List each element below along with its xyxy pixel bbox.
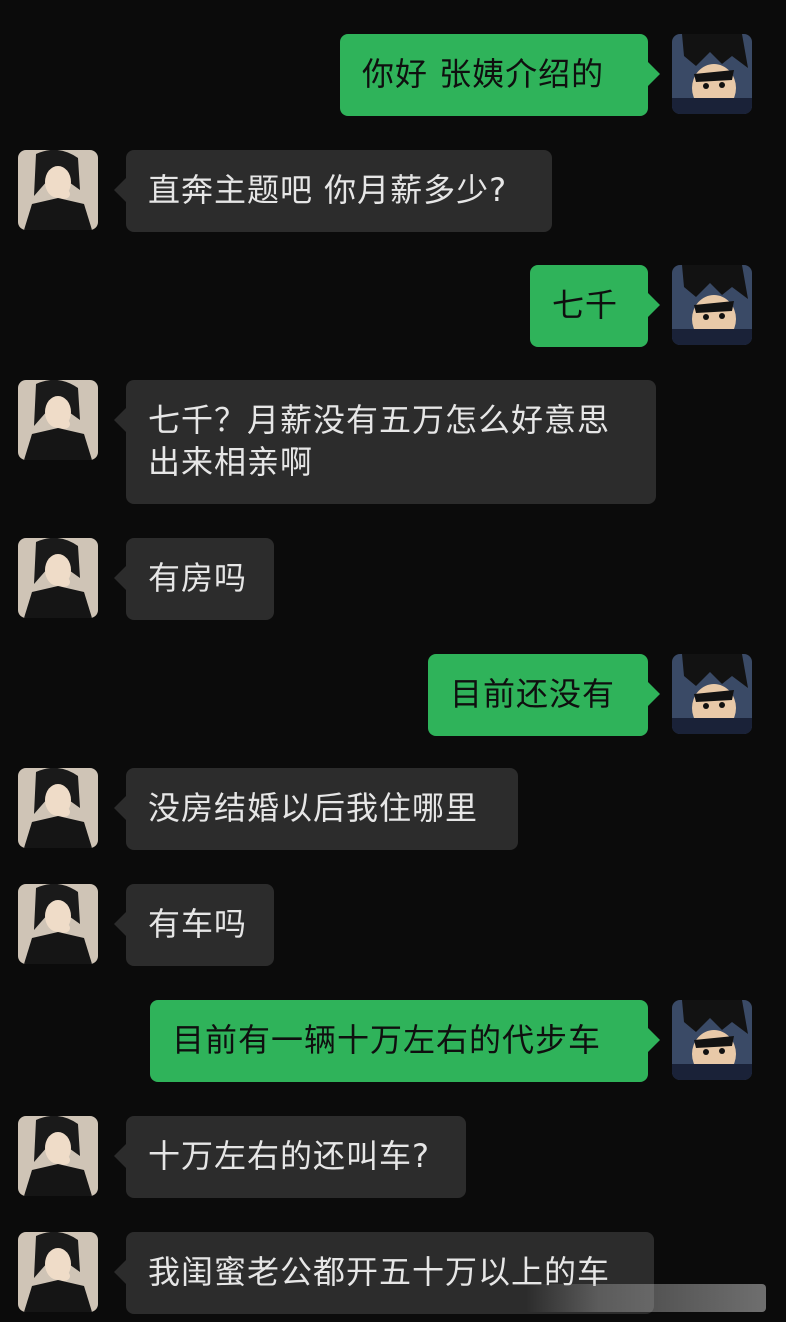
message-row: 目前还没有 — [0, 654, 786, 736]
woman-portrait-avatar[interactable] — [18, 768, 98, 848]
message-row: 七千？月薪没有五万怎么好意思出来相亲啊 — [0, 380, 786, 504]
anime-boy-avatar[interactable] — [672, 265, 752, 345]
anime-boy-avatar[interactable] — [672, 34, 752, 114]
message-bubble-incoming[interactable]: 有车吗 — [114, 884, 274, 966]
message-row: 直奔主题吧 你月薪多少? — [0, 150, 786, 232]
message-bubble-outgoing[interactable]: 七千 — [530, 265, 660, 347]
message-row: 七千 — [0, 265, 786, 347]
message-bubble-incoming[interactable]: 直奔主题吧 你月薪多少? — [114, 150, 552, 232]
message-bubble-incoming[interactable]: 没房结婚以后我住哪里 — [114, 768, 518, 850]
message-row: 没房结婚以后我住哪里 — [0, 768, 786, 850]
message-bubble-outgoing[interactable]: 你好 张姨介绍的 — [340, 34, 660, 116]
message-row: 十万左右的还叫车? — [0, 1116, 786, 1198]
woman-portrait-avatar[interactable] — [18, 380, 98, 460]
message-bubble-outgoing[interactable]: 目前还没有 — [428, 654, 660, 736]
message-bubble-incoming[interactable]: 十万左右的还叫车? — [114, 1116, 466, 1198]
woman-portrait-avatar[interactable] — [18, 150, 98, 230]
message-bubble-incoming[interactable]: 有房吗 — [114, 538, 274, 620]
woman-portrait-avatar[interactable] — [18, 1116, 98, 1196]
watermark — [526, 1284, 766, 1312]
message-bubble-outgoing[interactable]: 目前有一辆十万左右的代步车 — [150, 1000, 660, 1082]
anime-boy-avatar[interactable] — [672, 1000, 752, 1080]
message-row: 目前有一辆十万左右的代步车 — [0, 1000, 786, 1082]
woman-portrait-avatar[interactable] — [18, 1232, 98, 1312]
woman-portrait-avatar[interactable] — [18, 538, 98, 618]
message-bubble-incoming[interactable]: 七千？月薪没有五万怎么好意思出来相亲啊 — [114, 380, 656, 504]
woman-portrait-avatar[interactable] — [18, 884, 98, 964]
message-row: 有房吗 — [0, 538, 786, 620]
anime-boy-avatar[interactable] — [672, 654, 752, 734]
message-row: 有车吗 — [0, 884, 786, 966]
message-row: 你好 张姨介绍的 — [0, 34, 786, 116]
